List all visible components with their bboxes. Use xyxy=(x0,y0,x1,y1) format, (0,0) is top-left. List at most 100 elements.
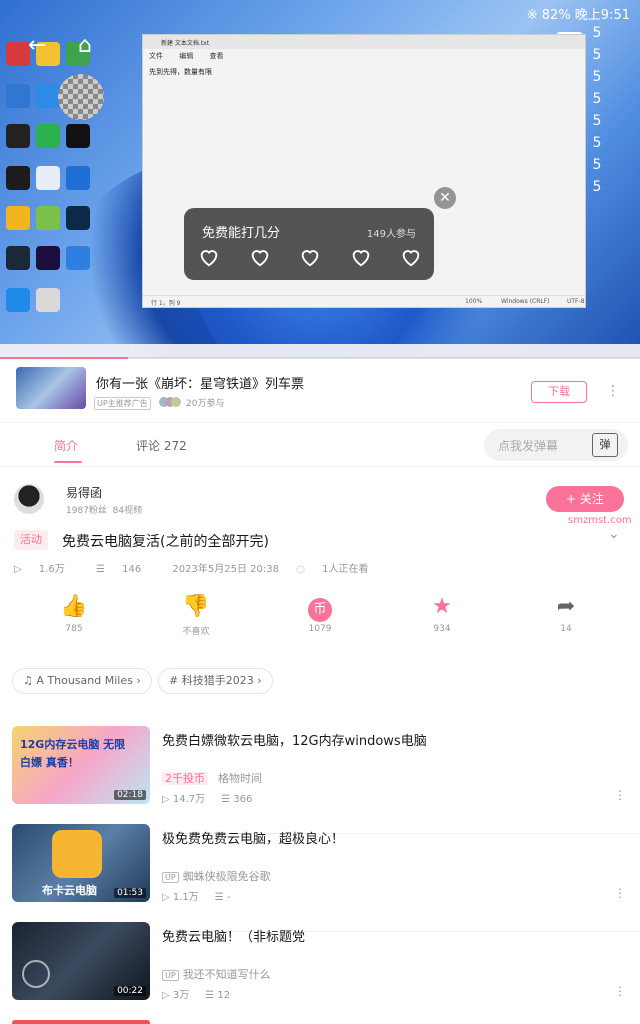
blurred-avatar xyxy=(58,74,104,120)
heart-icon[interactable] xyxy=(299,246,321,268)
danmaku-text: 5 xyxy=(592,157,602,173)
uploader-fans: 1987粉丝 xyxy=(66,506,107,516)
watermark: smzmst.com xyxy=(568,515,632,526)
danmaku-icon: ☰ xyxy=(205,990,215,1001)
danmaku-text: 5 xyxy=(592,113,602,129)
chevron-down-icon[interactable]: ⌄ xyxy=(608,526,620,542)
more-icon[interactable]: ⋮ xyxy=(614,788,626,802)
thumbs-up-icon: 👍 xyxy=(60,594,88,619)
ad-download-button[interactable]: 下载 xyxy=(531,381,587,403)
danmaku-count: 146 xyxy=(122,564,142,575)
danmaku-text: 5 xyxy=(592,135,602,151)
danmaku-count: 12 xyxy=(217,990,231,1001)
danmaku-text: 5 xyxy=(592,25,602,41)
author-line: UP 蜘蛛侠极限免谷歌 xyxy=(162,868,271,884)
status-bar: ※ 82% 晚上9:51 xyxy=(0,0,640,26)
danmaku-text: 5 xyxy=(592,179,602,195)
share-icon: ➦ xyxy=(556,594,576,619)
video-thumbnail[interactable]: 布卡云电脑 01:53 xyxy=(12,824,150,902)
list-item[interactable]: 12G内存云电脑 无限白嫖 真香！ 02:18 免费白嫖微软云电脑，12G内存w… xyxy=(0,726,640,834)
tab-comments[interactable]: 评论 272 xyxy=(136,437,187,454)
hashtag-icon: # xyxy=(169,674,179,687)
heart-icon[interactable] xyxy=(198,246,220,268)
music-title: A Thousand Miles xyxy=(36,674,133,687)
author-name: 我还不知道写什么 xyxy=(182,968,271,981)
dislike-button[interactable]: 👎 不喜欢 xyxy=(166,594,226,637)
app-logo xyxy=(52,830,102,878)
video-title: 极免费免费云电脑，超极良心！ xyxy=(162,832,345,847)
event-title: 科技猎手2023 xyxy=(181,674,254,687)
notepad-zoom: 100% xyxy=(465,298,483,305)
view-count: 1.1万 xyxy=(172,892,199,903)
ad-banner[interactable]: 你有一张《崩坏：星穹铁道》列车票 UP主推荐广告 20万参与 下载 ⋮ xyxy=(0,359,640,423)
ad-participants: 20万参与 xyxy=(186,399,225,409)
rating-close-button[interactable]: ✕ xyxy=(434,187,456,209)
danmaku-icon: ☰ xyxy=(214,892,224,903)
avatar[interactable] xyxy=(14,484,44,514)
danmaku-text: 5 xyxy=(592,91,602,107)
video-title: 免费云电脑！（非标题党 xyxy=(162,930,306,945)
rating-popup: 免费能打几分 149人参与 xyxy=(184,208,434,280)
notepad-menu-edit: 编辑 xyxy=(179,52,194,60)
activity-tag[interactable]: 活动 xyxy=(14,530,48,550)
list-item[interactable]: 00:22 免费云电脑！（非标题党 UP 我还不知道写什么 ▷ 3万 ☰ 12 ⋮ xyxy=(0,922,640,1020)
danmaku-toggle-button[interactable]: 弹 xyxy=(592,433,618,457)
event-pill[interactable]: # 科技猎手2023 › xyxy=(158,668,273,694)
danmaku-column: 5 5 5 5 5 5 5 5 xyxy=(586,22,608,198)
share-button[interactable]: ➦ 14 xyxy=(536,594,596,634)
rating-hearts xyxy=(198,246,422,268)
notepad-statusline: 行 1，列 9 100% Windows (CRLF) UTF-8 xyxy=(143,295,585,307)
danmaku-text: 5 xyxy=(592,47,602,63)
video-thumbnail[interactable]: 00:22 xyxy=(12,922,150,1000)
notepad-encoding: UTF-8 xyxy=(567,298,585,305)
like-count: 785 xyxy=(65,624,83,634)
favorite-button[interactable]: ★ 934 xyxy=(412,594,472,634)
notepad-menu-view: 查看 xyxy=(209,52,224,60)
notepad-eol: Windows (CRLF) xyxy=(501,298,550,305)
stats-line: ▷ 14.7万 ☰ 366 xyxy=(162,790,252,805)
joystick-icon xyxy=(22,960,50,988)
video-thumbnail[interactable]: 12G内存云电脑 无限白嫖 真香！ 02:18 xyxy=(12,726,150,804)
more-icon[interactable]: ⋮ xyxy=(606,383,620,399)
home-icon[interactable]: ⌂ xyxy=(78,32,92,60)
video-player[interactable]: ※ 82% 晚上9:51 ← ⌂ 🎧 TV 新建 文本文档.txt 文件 编辑 … xyxy=(0,0,640,358)
coin-button[interactable]: 币 1079 xyxy=(290,594,350,634)
ad-badge: UP主推荐广告 xyxy=(94,397,151,410)
coin-count: 1079 xyxy=(308,624,332,634)
thumbnail-text: 12G内存云电脑 无限白嫖 真香！ xyxy=(20,738,126,769)
tab-intro[interactable]: 简介 xyxy=(54,437,78,454)
author-name: 格物时间 xyxy=(218,772,262,785)
danmaku-count: 366 xyxy=(233,794,253,805)
danmaku-icon: ☰ xyxy=(95,564,105,575)
author-line: 2千投币 格物时间 xyxy=(162,770,262,786)
heart-icon[interactable] xyxy=(350,246,372,268)
ad-title[interactable]: 你有一张《崩坏：星穹铁道》列车票 xyxy=(96,373,304,392)
status-text: ※ 82% 晚上9:51 xyxy=(526,8,630,23)
more-icon[interactable]: ⋮ xyxy=(614,886,626,900)
video-title: 免费云电脑复活(之前的全部开完) xyxy=(62,534,269,550)
ad-thumbnail[interactable] xyxy=(16,367,86,409)
ad-avatars xyxy=(159,397,181,407)
music-pill[interactable]: ♫ A Thousand Miles › xyxy=(12,668,152,694)
music-note-icon: ♫ xyxy=(23,674,33,687)
author-line: UP 我还不知道写什么 xyxy=(162,966,271,982)
like-button[interactable]: 👍 785 xyxy=(44,594,104,634)
danmaku-placeholder: 点我发弹幕 xyxy=(498,439,559,453)
chevron-right-icon: › xyxy=(136,674,141,687)
notepad-content: 先到先得，数量有限 xyxy=(149,68,212,76)
view-count: 3万 xyxy=(172,990,190,1001)
back-icon[interactable]: ← xyxy=(28,32,46,60)
share-count: 14 xyxy=(560,624,572,634)
list-item[interactable]: 布卡云电脑 01:53 极免费免费云电脑，超极良心！ UP 蜘蛛侠极限免谷歌 ▷ … xyxy=(0,824,640,932)
watching-count: 1人正在看 xyxy=(322,564,369,575)
more-icon[interactable]: ⋮ xyxy=(614,984,626,998)
heart-icon[interactable] xyxy=(249,246,271,268)
uploader-name[interactable]: 易得函 xyxy=(66,484,102,501)
author-name: 蜘蛛侠极限免谷歌 xyxy=(182,870,271,883)
heart-icon[interactable] xyxy=(400,246,422,268)
follow-button[interactable]: + 关注 xyxy=(546,486,624,512)
duration: 02:18 xyxy=(114,790,146,800)
video-meta: ▷ 1.6万 ☰ 146 2023年5月25日 20:38 ◌ 1人正在看 xyxy=(14,560,396,575)
notepad-menu: 文件 编辑 查看 xyxy=(143,49,585,61)
notepad-tab: 新建 文本文档.txt xyxy=(143,35,585,49)
